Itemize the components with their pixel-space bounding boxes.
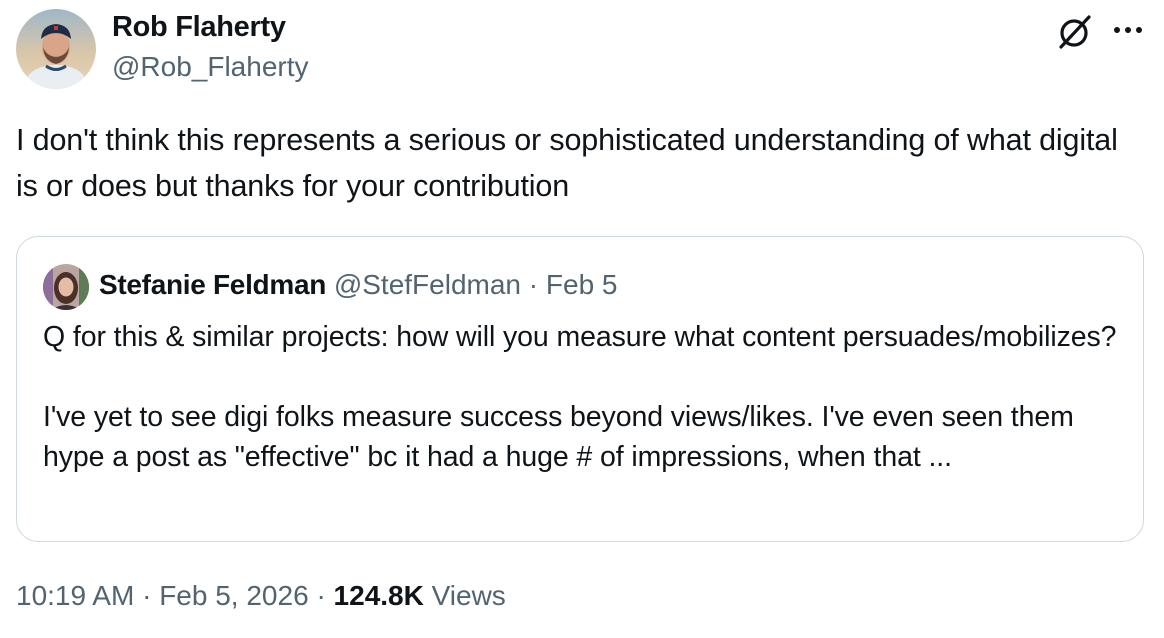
more-icon[interactable] — [1110, 16, 1146, 44]
footer-separator-2: · — [316, 580, 326, 611]
tweet-footer: 10:19 AM · Feb 5, 2026 · 124.8K Views — [16, 580, 506, 612]
views-count: 124.8K — [333, 580, 424, 611]
tweet: Rob Flaherty @Rob_Flaherty I don't think… — [0, 0, 1164, 638]
tweet-text: I don't think this represents a serious … — [16, 123, 1118, 203]
quoted-tweet-text: Q for this & similar projects: how will … — [43, 317, 1123, 477]
quoted-author-name[interactable]: Stefanie Feldman — [99, 269, 326, 300]
footer-separator: · — [142, 580, 152, 611]
author-name[interactable]: Rob Flaherty — [112, 11, 286, 44]
quoted-date[interactable]: Feb 5 — [546, 269, 618, 300]
author-handle[interactable]: @Rob_Flaherty — [112, 51, 309, 83]
quoted-author-handle[interactable]: @StefFeldman — [334, 269, 521, 300]
quoted-paragraph-2: I've yet to see digi folks measure succe… — [43, 401, 1074, 473]
quoted-tweet-header: Stefanie Feldman @StefFeldman · Feb 5 — [99, 269, 618, 301]
quoted-paragraph-1: Q for this & similar projects: how will … — [43, 321, 1117, 353]
views-label: Views — [431, 580, 506, 611]
quoted-author-avatar[interactable] — [43, 264, 89, 310]
post-time[interactable]: 10:19 AM — [16, 580, 134, 611]
post-date[interactable]: Feb 5, 2026 — [159, 580, 308, 611]
quoted-separator: · — [528, 269, 539, 300]
author-avatar[interactable] — [16, 9, 96, 89]
quoted-tweet-card[interactable]: Stefanie Feldman @StefFeldman · Feb 5 Q … — [16, 236, 1144, 542]
grok-icon[interactable] — [1054, 12, 1094, 52]
